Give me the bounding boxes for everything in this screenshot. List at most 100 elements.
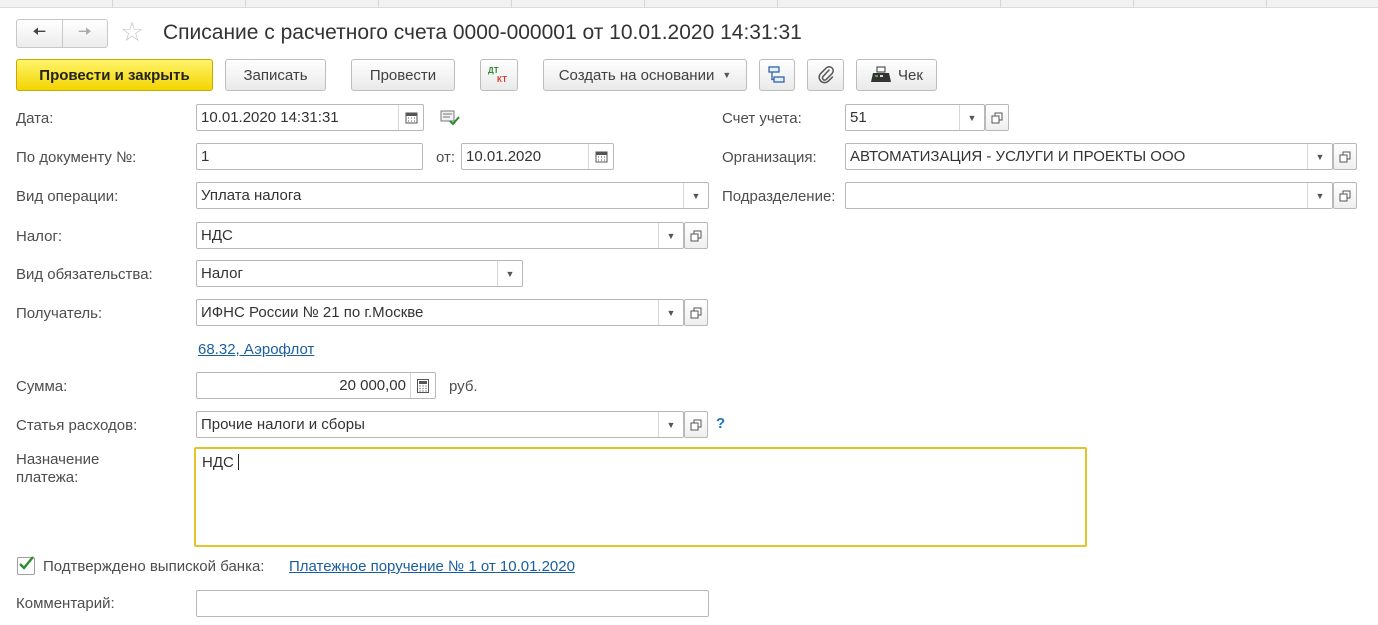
- doc-date-label: от:: [436, 149, 456, 166]
- recipient-select[interactable]: ИФНС России № 21 по г.Москве ▼: [196, 299, 684, 326]
- open-icon: [991, 112, 1003, 123]
- open-icon: [690, 230, 702, 241]
- tax-value: НДС: [201, 227, 233, 244]
- forward-button[interactable]: 🠦: [61, 20, 108, 47]
- open-expense-item-button[interactable]: [684, 411, 708, 438]
- date-label: Дата:: [16, 110, 54, 127]
- receipt-button[interactable]: Чек: [856, 59, 937, 91]
- account-select[interactable]: 51 ▼: [845, 104, 985, 131]
- star-icon[interactable]: ☆: [120, 17, 144, 47]
- amount-label: Сумма:: [16, 378, 68, 395]
- doc-number-label: По документу №:: [16, 149, 137, 166]
- organization-select[interactable]: АВТОМАТИЗАЦИЯ - УСЛУГИ И ПРОЕКТЫ ООО ▼: [845, 143, 1333, 170]
- organization-value: АВТОМАТИЗАЦИЯ - УСЛУГИ И ПРОЕКТЫ ООО: [850, 148, 1186, 165]
- confirmed-label: Подтверждено выпиской банка:: [43, 558, 265, 575]
- open-icon: [1339, 190, 1351, 201]
- doc-date-value: 10.01.2020: [466, 148, 542, 165]
- calculator-button[interactable]: [410, 373, 435, 398]
- doc-number-field[interactable]: 1: [196, 143, 423, 170]
- arrow-right-icon: 🠦: [77, 22, 92, 41]
- open-department-button[interactable]: [1333, 182, 1357, 209]
- svg-text:ДТ: ДТ: [488, 66, 499, 75]
- liability-type-select[interactable]: Налог ▼: [196, 260, 523, 287]
- account-link[interactable]: 68.32, Аэрофлот: [198, 341, 314, 359]
- edit-checked-icon[interactable]: [440, 109, 460, 127]
- calendar-icon: [595, 151, 607, 163]
- doc-date-field[interactable]: 10.01.2020: [461, 143, 614, 170]
- recipient-label: Получатель:: [16, 305, 103, 322]
- currency-label: руб.: [449, 378, 478, 395]
- purpose-label-line1: Назначение: [16, 451, 100, 468]
- open-account-button[interactable]: [985, 104, 1009, 131]
- chevron-down-icon[interactable]: ▼: [1307, 144, 1332, 169]
- back-button[interactable]: 🠤: [17, 20, 62, 47]
- operation-type-label: Вид операции:: [16, 188, 119, 205]
- chevron-down-icon: ▼: [722, 70, 732, 80]
- help-icon[interactable]: ?: [716, 415, 725, 432]
- tax-select[interactable]: НДС ▼: [196, 222, 684, 249]
- paperclip-icon: [817, 65, 834, 84]
- liability-type-label: Вид обязательства:: [16, 266, 153, 283]
- attach-button[interactable]: [807, 59, 844, 91]
- open-organization-button[interactable]: [1333, 143, 1357, 170]
- account-label: Счет учета:: [722, 110, 802, 127]
- open-icon: [690, 419, 702, 430]
- date-value: 10.01.2020 14:31:31: [201, 109, 339, 126]
- confirmed-checkbox[interactable]: [17, 556, 35, 575]
- arrow-left-icon: 🠤: [32, 22, 47, 41]
- calendar-button[interactable]: [398, 105, 423, 130]
- comment-field[interactable]: [196, 590, 709, 617]
- open-tax-button[interactable]: [684, 222, 708, 249]
- date-field[interactable]: 10.01.2020 14:31:31: [196, 104, 424, 131]
- expense-item-select[interactable]: Прочие налоги и сборы ▼: [196, 411, 684, 438]
- cash-register-icon: [871, 66, 892, 82]
- chevron-down-icon[interactable]: ▼: [683, 183, 708, 208]
- recipient-value: ИФНС России № 21 по г.Москве: [201, 304, 424, 321]
- save-button[interactable]: Записать: [225, 59, 326, 91]
- chevron-down-icon[interactable]: ▼: [658, 223, 683, 248]
- amount-field[interactable]: 20 000,00: [196, 372, 436, 399]
- post-button[interactable]: Провести: [351, 59, 455, 91]
- account-value: 51: [850, 109, 867, 126]
- liability-type-value: Налог: [201, 265, 243, 282]
- navigation-group: 🠤 🠦: [16, 19, 108, 48]
- amount-value: 20 000,00: [339, 377, 406, 394]
- post-and-close-button[interactable]: Провести и закрыть: [16, 59, 213, 91]
- chevron-down-icon[interactable]: ▼: [497, 261, 522, 286]
- comment-label: Комментарий:: [16, 595, 115, 612]
- chevron-down-icon[interactable]: ▼: [1307, 183, 1332, 208]
- calculator-icon: [417, 378, 429, 393]
- receipt-label: Чек: [898, 66, 923, 84]
- chevron-down-icon[interactable]: ▼: [959, 105, 984, 130]
- document-structure-button[interactable]: [759, 59, 795, 91]
- svg-text:КТ: КТ: [497, 75, 507, 84]
- text-cursor: [237, 454, 239, 470]
- calendar-icon: [405, 112, 417, 124]
- purpose-value: НДС: [202, 454, 234, 471]
- open-icon: [690, 307, 702, 318]
- chevron-down-icon[interactable]: ▼: [658, 412, 683, 437]
- doc-number-value: 1: [201, 148, 210, 165]
- document-structure-icon: [768, 66, 785, 83]
- chevron-down-icon[interactable]: ▼: [658, 300, 683, 325]
- payment-order-link[interactable]: Платежное поручение № 1 от 10.01.2020: [289, 558, 575, 576]
- expense-item-label: Статья расходов:: [16, 417, 138, 434]
- purpose-textarea[interactable]: НДС: [194, 447, 1087, 547]
- create-based-on-button[interactable]: Создать на основании ▼: [543, 59, 747, 91]
- open-recipient-button[interactable]: [684, 299, 708, 326]
- purpose-label-line2: платежа:: [16, 469, 79, 486]
- department-select[interactable]: ▼: [845, 182, 1333, 209]
- department-label: Подразделение:: [722, 188, 836, 205]
- dt-kt-button[interactable]: ДТ КТ: [480, 59, 518, 91]
- operation-type-value: Уплата налога: [201, 187, 302, 204]
- checkmark-icon: [19, 556, 34, 570]
- calendar-button[interactable]: [588, 144, 613, 169]
- organization-label: Организация:: [722, 149, 817, 166]
- create-based-on-label: Создать на основании: [558, 66, 715, 84]
- tax-label: Налог:: [16, 228, 63, 245]
- expense-item-value: Прочие налоги и сборы: [201, 416, 365, 433]
- dt-kt-icon: ДТ КТ: [488, 66, 507, 84]
- operation-type-select[interactable]: Уплата налога ▼: [196, 182, 709, 209]
- top-tab-strip: [0, 0, 1378, 8]
- open-icon: [1339, 151, 1351, 162]
